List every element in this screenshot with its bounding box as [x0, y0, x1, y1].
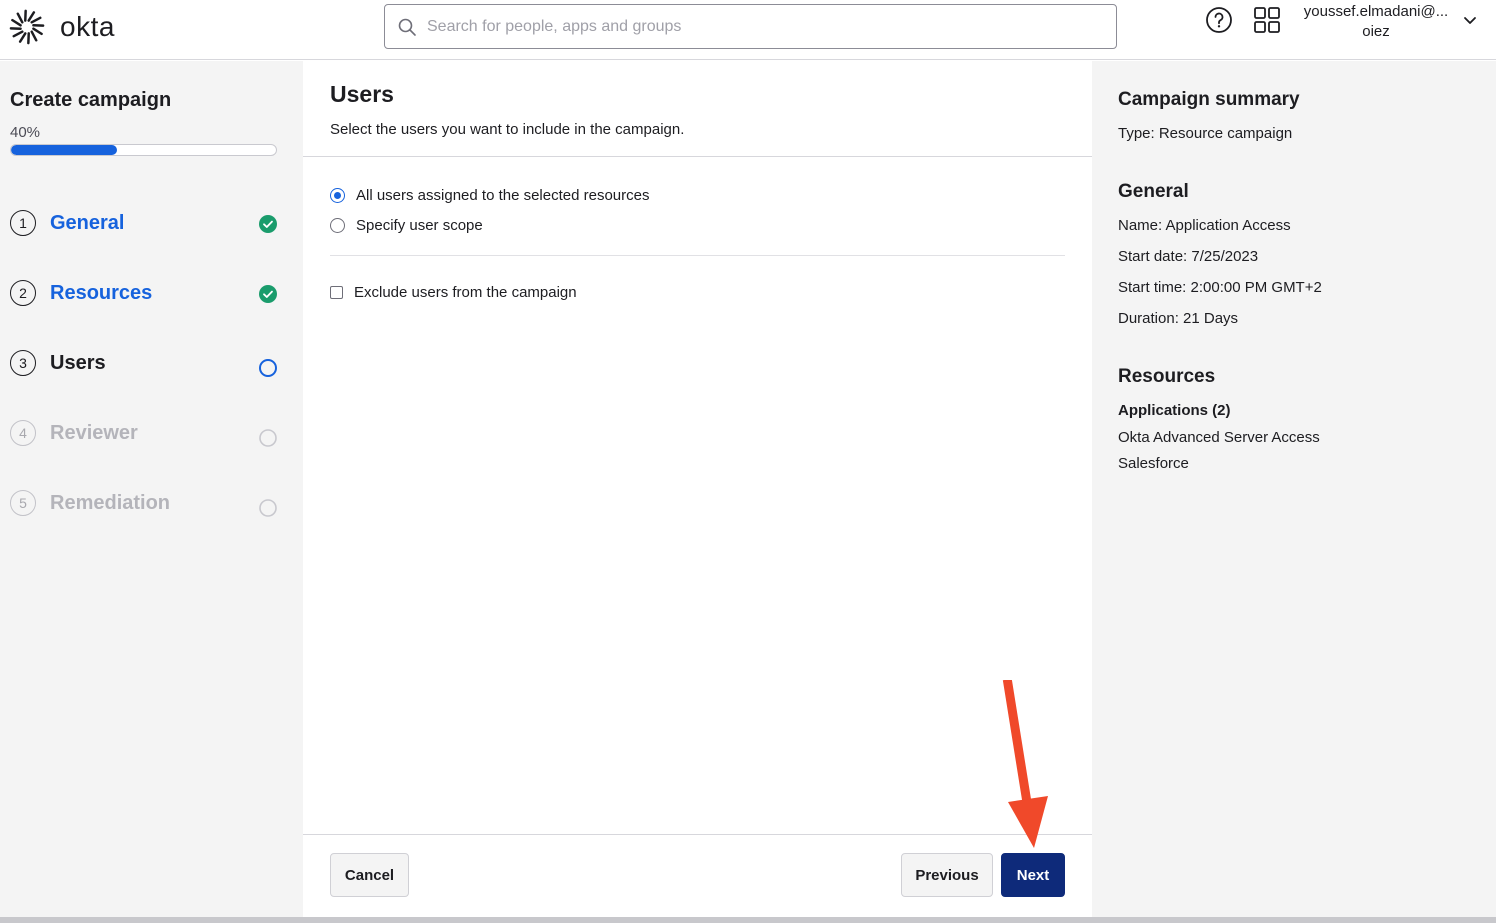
cancel-button[interactable]: Cancel [330, 853, 409, 897]
summary-type: Type: Resource campaign [1118, 125, 1293, 142]
step-number: 5 [10, 490, 36, 516]
radio-all-users[interactable]: All users assigned to the selected resou… [330, 187, 650, 204]
step-resources[interactable]: 2 Resources [10, 278, 278, 308]
step-label: Users [50, 351, 106, 374]
step-label: General [50, 211, 125, 234]
radio-button[interactable] [330, 218, 345, 233]
summary-duration: Duration: 21 Days [1118, 310, 1239, 327]
summary-applications-heading: Applications (2) [1118, 402, 1231, 419]
sunburst-ray [11, 18, 22, 27]
divider [330, 255, 1065, 256]
check-circle-icon [259, 285, 277, 303]
step-number: 2 [10, 280, 36, 306]
summary-resources-heading: Resources [1118, 366, 1216, 387]
step-label: Reviewer [50, 421, 138, 444]
checkbox-label: Exclude users from the campaign [354, 284, 577, 301]
user-menu[interactable]: youssef.elmadani@... oiez [1296, 2, 1456, 42]
summary-start-time: Start time: 2:00:00 PM GMT+2 [1118, 279, 1322, 296]
progress-fill [11, 145, 117, 155]
step-general[interactable]: 1 General [10, 208, 278, 238]
summary-application-item: Okta Advanced Server Access [1118, 429, 1320, 446]
okta-sunburst-icon [9, 9, 45, 45]
summary-name: Name: Application Access [1118, 217, 1291, 234]
pending-step-circle-icon [259, 499, 277, 517]
progress-label: 40% [10, 124, 41, 141]
previous-button[interactable]: Previous [901, 853, 993, 897]
okta-logo[interactable]: okta [8, 8, 115, 46]
pending-step-circle-icon [259, 429, 277, 447]
sunburst-ray [12, 30, 24, 38]
step-label: Remediation [50, 491, 171, 514]
current-step-circle-icon [259, 359, 277, 377]
step-number: 1 [10, 210, 36, 236]
search-input[interactable] [427, 17, 1077, 36]
next-button[interactable]: Next [1001, 853, 1065, 897]
summary-application-item: Salesforce [1118, 455, 1189, 472]
step-number: 3 [10, 350, 36, 376]
footer-divider [303, 834, 1092, 835]
chevron-down-icon[interactable] [1462, 12, 1478, 28]
exclude-users-checkbox[interactable] [330, 286, 343, 299]
step-users[interactable]: 3 Users [10, 348, 278, 378]
step-number: 4 [10, 420, 36, 446]
campaign-summary-panel: Campaign summary Type: Resource campaign… [1092, 61, 1496, 917]
step-label: Resources [50, 281, 153, 304]
summary-start-date: Start date: 7/25/2023 [1118, 248, 1259, 265]
radio-label: Specify user scope [356, 217, 483, 234]
progress-bar [10, 144, 277, 156]
apps-grid-icon[interactable] [1253, 6, 1281, 34]
top-header: okta youssef.elmadani@... oiez [0, 0, 1496, 60]
radio-specify-scope[interactable]: Specify user scope [330, 217, 483, 234]
summary-general-heading: General [1118, 181, 1189, 202]
divider [303, 156, 1092, 157]
global-search[interactable] [384, 4, 1117, 49]
campaign-steps-sidebar: Create campaign 40% 1 General 2 Resource… [0, 61, 303, 917]
exclude-users-option[interactable]: Exclude users from the campaign [330, 284, 577, 301]
sunburst-ray [18, 32, 27, 43]
sunburst-ray [32, 27, 43, 36]
step-remediation: 5 Remediation [10, 488, 278, 518]
user-org: oiez [1362, 23, 1390, 40]
sunburst-ray [27, 11, 36, 22]
sunburst-ray [30, 30, 38, 42]
window-bottom-edge [0, 917, 1496, 923]
page-title: Users [330, 81, 394, 107]
step-reviewer: 4 Reviewer [10, 418, 278, 448]
summary-title: Campaign summary [1118, 89, 1300, 110]
search-icon [398, 18, 416, 36]
sunburst-ray [30, 16, 42, 24]
users-step-panel: Users Select the users you want to inclu… [303, 61, 1092, 917]
user-name: youssef.elmadani@... [1303, 3, 1449, 20]
radio-button-selected[interactable] [330, 188, 345, 203]
page-subtitle: Select the users you want to include in … [330, 121, 685, 138]
logo-text: okta [60, 11, 115, 42]
check-circle-icon [259, 215, 277, 233]
help-icon[interactable] [1205, 6, 1233, 34]
sunburst-ray [16, 12, 24, 24]
sidebar-title: Create campaign [10, 89, 172, 111]
radio-label: All users assigned to the selected resou… [356, 187, 650, 204]
